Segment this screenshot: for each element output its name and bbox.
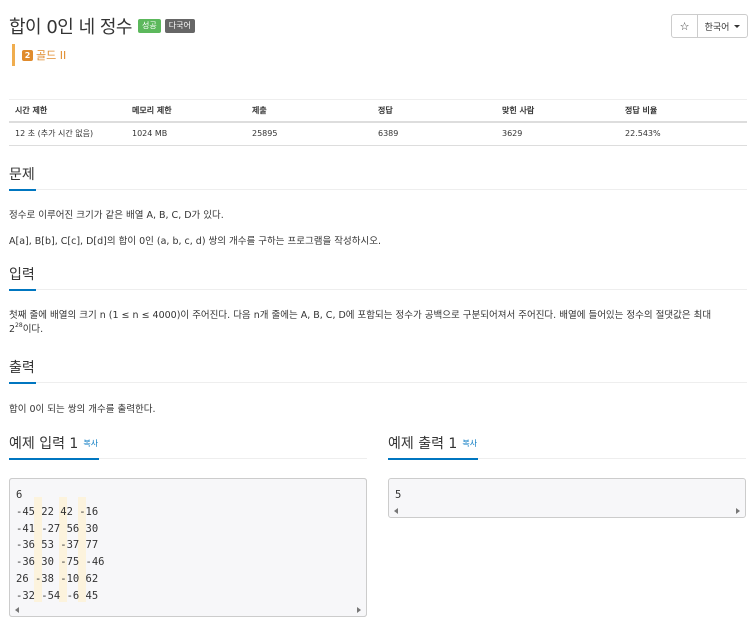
scroll-right-icon[interactable] (736, 508, 740, 514)
time-limit-value: 12 초 (추가 시간 없음) (9, 122, 126, 146)
header-solvers: 맞힌 사람 (496, 99, 619, 123)
action-buttons: ☆ 한국어 (671, 14, 748, 38)
problem-section-header: 문제 (9, 164, 747, 191)
tier-label[interactable]: 골드 II (36, 47, 66, 63)
header-ratio: 정답 비율 (619, 99, 747, 123)
problem-line-1: 정수로 이루어진 크기가 같은 배열 A, B, C, D가 있다. (9, 210, 224, 221)
problem-info-table: 시간 제한 메모리 제한 제출 정답 맞힌 사람 정답 비율 12 초 (추가 … (9, 99, 747, 146)
sample-input-scrollbar[interactable] (10, 604, 366, 616)
star-button[interactable]: ☆ (672, 15, 698, 37)
sample-output-scrollbar[interactable] (389, 505, 745, 517)
input-text-line1: 첫째 줄에 배열의 크기 n (1 ≤ n ≤ 4000)이 주어진다. 다음 … (9, 310, 712, 321)
sample-output-box[interactable]: 5 (388, 478, 746, 518)
input-section-title: 입력 (9, 265, 36, 291)
sample-input-content: 6 -45 22 42 -16 -41 -27 56 30 -36 53 -37… (16, 489, 105, 602)
output-section-title: 출력 (9, 358, 36, 384)
header-accepted: 정답 (372, 99, 496, 123)
table-header-row: 시간 제한 메모리 제한 제출 정답 맞힌 사람 정답 비율 (9, 99, 747, 123)
sample-output-copy-link[interactable]: 복사 (462, 439, 477, 448)
language-label: 한국어 (704, 22, 730, 33)
sample-output-content: 5 (395, 489, 402, 501)
tier-icon: 2 (22, 49, 33, 61)
solvers-value: 3629 (496, 122, 619, 146)
table-row: 12 초 (추가 시간 없음) 1024 MB 25895 6389 3629 … (9, 122, 747, 146)
sample-output-title-text: 예제 출력 1 (388, 436, 458, 452)
submissions-value: 25895 (246, 122, 372, 146)
success-badge: 성공 (137, 19, 161, 33)
sample-output-title: 예제 출력 1 복사 (388, 434, 479, 460)
language-dropdown[interactable]: 한국어 (698, 15, 747, 37)
sample-input-title: 예제 입력 1 복사 (9, 434, 100, 460)
memory-limit-value: 1024 MB (126, 122, 246, 146)
sample-input-copy-link[interactable]: 복사 (83, 439, 98, 448)
output-description: 합이 0이 되는 쌍의 개수를 출력한다. (9, 404, 156, 415)
output-section-header: 출력 (9, 357, 747, 384)
sample-input-content-box: 6 -45 22 42 -16 -41 -27 56 30 -36 53 -37… (9, 478, 367, 617)
problem-title: 합이 0인 네 정수 (9, 17, 132, 38)
star-icon: ☆ (679, 19, 690, 33)
input-text-tail: 이다. (22, 324, 44, 335)
scroll-left-icon[interactable] (394, 508, 398, 514)
input-section-header: 입력 (9, 264, 747, 291)
multilang-badge: 다국어 (164, 19, 195, 33)
input-description: 첫째 줄에 배열의 크기 n (1 ≤ n ≤ 4000)이 주어진다. 다음 … (9, 309, 747, 337)
caret-down-icon (734, 24, 741, 28)
input-text-exponent: 28 (15, 322, 23, 329)
problem-section-title: 문제 (9, 165, 36, 191)
accepted-value: 6389 (372, 122, 496, 146)
tier-row: 2 골드 II (12, 44, 66, 66)
sample-input-title-text: 예제 입력 1 (9, 436, 79, 452)
sample-output-header: 예제 출력 1 복사 (388, 433, 746, 460)
header-time-limit: 시간 제한 (9, 99, 126, 123)
problem-line-2: A[a], B[b], C[c], D[d]의 합이 0인 (a, b, c, … (9, 236, 381, 247)
problem-header: 합이 0인 네 정수 성공 다국어 (9, 12, 195, 40)
ratio-value: 22.543% (619, 122, 747, 146)
sample-input-header: 예제 입력 1 복사 (9, 433, 367, 460)
scroll-left-icon[interactable] (15, 607, 19, 613)
scroll-right-icon[interactable] (357, 607, 361, 613)
header-submissions: 제출 (246, 99, 372, 123)
header-memory-limit: 메모리 제한 (126, 99, 246, 123)
